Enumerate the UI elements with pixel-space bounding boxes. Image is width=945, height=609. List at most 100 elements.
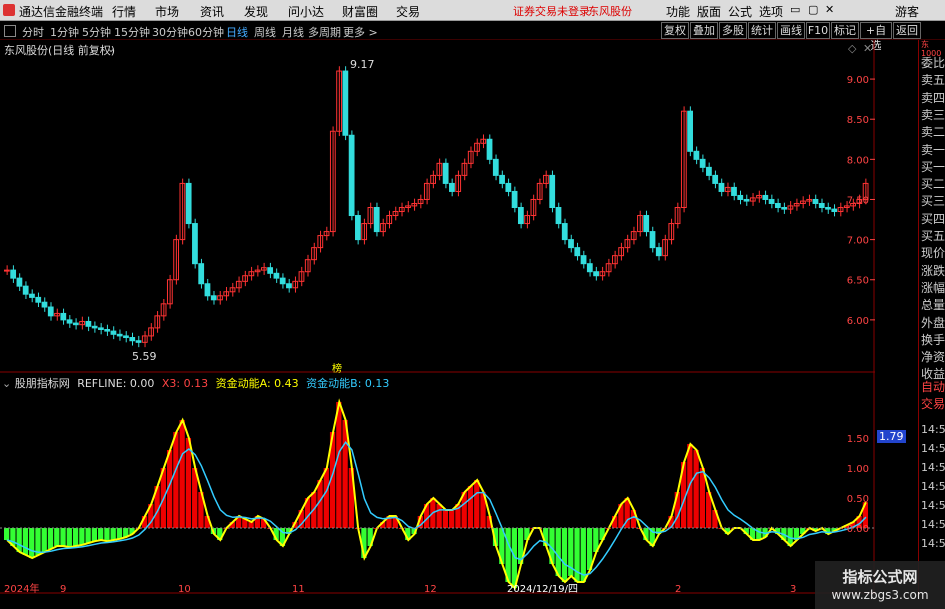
- rp-item[interactable]: 卖四: [921, 89, 945, 106]
- menu-caifuquan[interactable]: 财富圈: [342, 3, 378, 20]
- tab-monthly[interactable]: 月线: [282, 24, 304, 40]
- menu-gongshi[interactable]: 公式: [728, 3, 752, 20]
- candle-body: [649, 231, 656, 249]
- rp-item[interactable]: 买二: [921, 175, 945, 192]
- candle-body: [192, 223, 198, 265]
- btn-tongji[interactable]: 统计: [748, 22, 776, 39]
- rp-item[interactable]: 换手: [921, 331, 945, 348]
- tab-fenshi[interactable]: 分时: [22, 24, 44, 40]
- candle-body: [4, 269, 10, 272]
- candle-body: [29, 293, 35, 298]
- menu-hangqing[interactable]: 行情: [112, 3, 136, 20]
- rp-item[interactable]: 总量: [921, 296, 945, 313]
- rp-item[interactable]: 卖三: [921, 106, 945, 123]
- btn-f10[interactable]: F10: [806, 22, 830, 39]
- indicator-lines: [0, 398, 875, 590]
- tab-daily[interactable]: 日线: [226, 24, 248, 40]
- chart-title: 东风股份(日线 前复权): [4, 44, 116, 57]
- indicator-bar: [29, 528, 35, 558]
- candle-body: [517, 207, 524, 225]
- rp-item[interactable]: 买三: [921, 192, 945, 209]
- tab-60min[interactable]: 60分钟: [188, 24, 224, 40]
- rp-item[interactable]: 外盘: [921, 314, 945, 331]
- login-warning[interactable]: 证券交易未登录: [513, 3, 590, 19]
- rp-item[interactable]: 买一: [921, 158, 945, 175]
- chart-svg[interactable]: 9.00 8.50 8.00 7.50 7.00 6.50 6.00 1.50 1.00 0.50…: [0, 40, 875, 595]
- restore-icon[interactable]: ▢: [808, 3, 818, 16]
- tab-weekly[interactable]: 周线: [254, 24, 276, 40]
- fund-b-label: 资金动能B: 0.13: [306, 377, 390, 390]
- candle-body: [22, 285, 29, 295]
- indicator-bar: [436, 504, 442, 528]
- rp-item[interactable]: 交易: [921, 395, 945, 412]
- rp-item[interactable]: 自动: [921, 378, 945, 395]
- rp-item[interactable]: 买五: [921, 227, 945, 244]
- btn-zixuan[interactable]: +自选: [860, 22, 892, 52]
- candle-body: [818, 202, 825, 209]
- tab-multi[interactable]: 多周期: [308, 24, 341, 40]
- tab-more[interactable]: 更多 >: [343, 24, 378, 40]
- btn-duogu[interactable]: 多股: [719, 22, 747, 39]
- menu-banmian[interactable]: 版面: [697, 3, 721, 20]
- candle-body: [41, 301, 48, 308]
- close-icon[interactable]: ✕: [825, 3, 834, 16]
- menu-shichang[interactable]: 市场: [155, 3, 179, 20]
- ind-axis-label: 0.50: [847, 494, 869, 505]
- indicator-bar: [66, 528, 72, 548]
- watermark: 指标公式网 www.zbgs3.com: [815, 561, 945, 609]
- candle-body: [204, 283, 211, 297]
- candle-body: [574, 247, 581, 257]
- menu-faxian[interactable]: 发现: [244, 3, 268, 20]
- candle-body: [492, 158, 499, 176]
- rank-marker[interactable]: 榜: [332, 360, 342, 375]
- menu-gongneng[interactable]: 功能: [666, 3, 690, 20]
- rp-item[interactable]: 卖一: [921, 141, 945, 158]
- candle-body: [198, 263, 205, 285]
- panel-toggle-icon[interactable]: [4, 25, 16, 37]
- rp-item[interactable]: 现价: [921, 244, 945, 261]
- chart-area[interactable]: 9.00 8.50 8.00 7.50 7.00 6.50 6.00 1.50 1.00 0.50…: [0, 40, 906, 595]
- rp-item[interactable]: 涨跌: [921, 262, 945, 279]
- candle-body: [16, 277, 23, 287]
- y-axis-label: 6.00: [847, 316, 869, 327]
- indicator-bar: [336, 402, 342, 528]
- rp-item[interactable]: 买四: [921, 210, 945, 227]
- menu-wenxiaoda[interactable]: 问小达: [288, 3, 324, 20]
- refline-label: REFLINE: 0.00: [77, 377, 155, 390]
- tab-30min[interactable]: 30分钟: [152, 24, 188, 40]
- candle-body: [104, 329, 111, 332]
- candle-body: [737, 194, 744, 200]
- btn-fuquan[interactable]: 复权: [661, 22, 689, 39]
- rp-item[interactable]: 涨幅: [921, 279, 945, 296]
- diamond-icon[interactable]: ◇: [848, 42, 856, 55]
- guest-user[interactable]: 游客: [895, 3, 919, 20]
- btn-biaoji[interactable]: 标记: [831, 22, 859, 39]
- menu-zixun[interactable]: 资讯: [200, 3, 224, 20]
- minimize-icon[interactable]: ▭: [790, 3, 800, 16]
- menu-jiaoyi[interactable]: 交易: [396, 3, 420, 20]
- candle-body: [568, 239, 574, 249]
- candle-body: [279, 277, 286, 285]
- btn-huaxian[interactable]: 画线: [777, 22, 805, 39]
- rp-item[interactable]: 净资: [921, 348, 945, 365]
- tab-1min[interactable]: 1分钟: [50, 24, 79, 40]
- x-axis-label: 2: [675, 584, 681, 595]
- close-panel-icon[interactable]: ✕: [863, 42, 872, 55]
- rp-item[interactable]: 委比: [921, 54, 945, 71]
- tab-15min[interactable]: 15分钟: [114, 24, 150, 40]
- indicator-menu-icon[interactable]: ⌄: [2, 377, 11, 390]
- indicator-bar: [179, 420, 185, 528]
- rp-item[interactable]: 卖二: [921, 123, 945, 140]
- btn-fanhui[interactable]: 返回: [893, 22, 921, 39]
- btn-diejia[interactable]: 叠加: [690, 22, 718, 39]
- rp-item[interactable]: 卖五: [921, 71, 945, 88]
- tab-5min[interactable]: 5分钟: [82, 24, 111, 40]
- rp-time: 14:56: [921, 461, 945, 474]
- x-axis-label: 11: [292, 584, 305, 595]
- menu-xuanxiang[interactable]: 选项: [759, 3, 783, 20]
- indicator-name[interactable]: 股朋指标网: [15, 377, 70, 390]
- candle-body: [655, 247, 662, 257]
- dropdown-icon[interactable]: ⌄: [106, 41, 116, 55]
- candle-body: [449, 182, 455, 192]
- x-axis-label: 12: [424, 584, 437, 595]
